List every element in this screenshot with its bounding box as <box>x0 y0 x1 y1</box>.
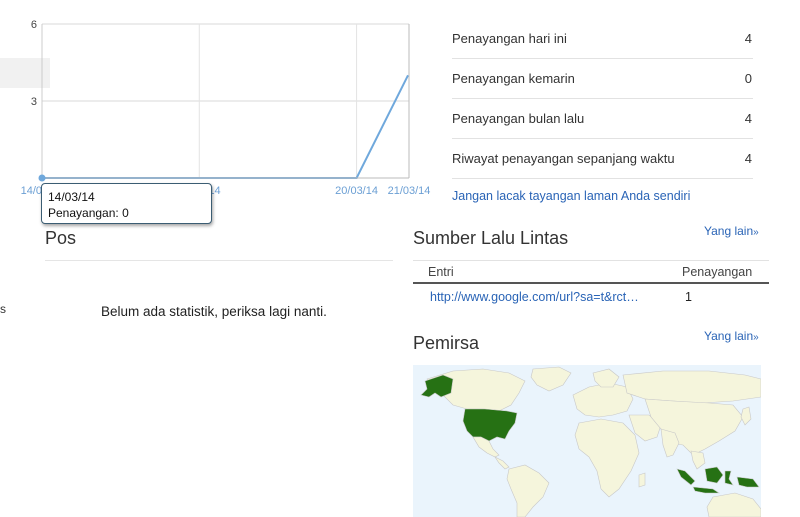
x-tick-label: 20/03/14 <box>335 185 378 197</box>
posts-title: Pos <box>45 228 77 248</box>
stat-row-last-month: Penayangan bulan lalu 4 <box>452 99 753 139</box>
stat-value: 4 <box>744 151 752 166</box>
views-line-chart: 6314/03/1417/03/1420/03/1421/03/14 <box>21 19 431 197</box>
map-region-sumatra <box>676 468 696 486</box>
more-link-label: Yang lain <box>704 224 754 238</box>
more-link-label: Yang lain <box>704 329 754 343</box>
y-tick-label: 6 <box>31 19 37 31</box>
map-region-africa <box>574 418 640 498</box>
traffic-more-link[interactable]: Yang lain» <box>704 224 759 238</box>
traffic-sources-title: Sumber Lalu Lintas <box>413 228 569 248</box>
chevron-right-icon: » <box>753 332 759 343</box>
stat-row-yesterday: Penayangan kemarin 0 <box>452 59 753 99</box>
series-line <box>42 74 409 179</box>
map-region-russia <box>622 370 761 404</box>
map-region-usa <box>462 408 518 442</box>
traffic-table-header: Entri Penayangan <box>413 260 769 284</box>
stat-row-all-time: Riwayat penayangan sepanjang waktu 4 <box>452 139 753 179</box>
left-edge-text: s <box>0 302 6 316</box>
stat-value: 4 <box>744 111 752 126</box>
col-views: Penayangan <box>682 265 753 279</box>
posts-empty-message: Belum ada statistik, periksa lagi nanti. <box>101 304 327 319</box>
data-point-marker <box>38 174 46 182</box>
tooltip-value: Penayangan: 0 <box>48 206 129 220</box>
audience-more-link[interactable]: Yang lain» <box>704 329 759 343</box>
map-region-borneo <box>704 466 724 484</box>
audience-title: Pemirsa <box>413 333 480 353</box>
stat-row-today: Penayangan hari ini 4 <box>452 19 753 59</box>
map-region-central-america <box>494 456 510 470</box>
stat-label: Penayangan kemarin <box>452 71 575 86</box>
x-tick-label: 21/03/14 <box>388 185 431 197</box>
stat-value: 4 <box>744 31 752 46</box>
dont-track-own-views-link[interactable]: Jangan lacak tayangan laman Anda sendiri <box>452 189 690 203</box>
map-region-mexico <box>472 436 500 458</box>
stat-label: Riwayat penayangan sepanjang waktu <box>452 151 675 166</box>
map-region-australia <box>706 492 761 517</box>
map-region-sulawesi <box>724 470 734 486</box>
table-row: http://www.google.com/url?sa=t&rct… 1 <box>413 284 769 310</box>
traffic-url-link[interactable]: http://www.google.com/url?sa=t&rct… <box>430 290 639 304</box>
world-map-svg <box>420 366 761 517</box>
map-region-southeast-asia <box>690 450 706 470</box>
stat-value: 0 <box>744 71 752 86</box>
map-region-europe <box>572 382 634 418</box>
posts-divider <box>45 260 393 261</box>
map-region-greenland <box>530 366 572 392</box>
y-tick-label: 3 <box>31 96 37 108</box>
stat-label: Penayangan bulan lalu <box>452 111 585 126</box>
map-region-java <box>692 486 720 494</box>
tooltip-date: 14/03/14 <box>48 190 95 204</box>
map-region-south-america <box>506 464 550 517</box>
map-region-alaska <box>420 374 454 398</box>
map-region-madagascar <box>638 472 646 488</box>
stat-label: Penayangan hari ini <box>452 31 567 46</box>
chevron-right-icon: » <box>753 227 759 238</box>
map-region-asia <box>644 398 744 456</box>
col-entry: Entri <box>428 265 454 279</box>
traffic-count: 1 <box>685 290 692 304</box>
map-region-papua <box>736 476 760 488</box>
audience-world-map <box>413 365 761 517</box>
chart-tooltip: 14/03/14 Penayangan: 0 <box>41 183 212 224</box>
map-region-japan <box>740 406 752 426</box>
